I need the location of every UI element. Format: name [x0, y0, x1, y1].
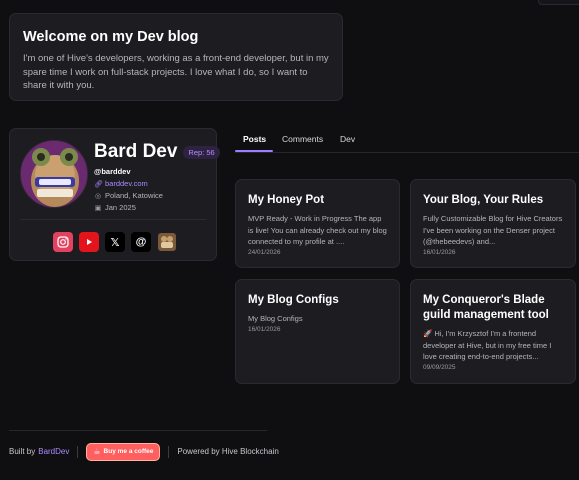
post-date: 16/01/2026 — [248, 325, 281, 333]
instagram-icon[interactable] — [53, 232, 73, 252]
footer-separator — [77, 445, 79, 458]
avatar[interactable] — [20, 140, 88, 208]
x-icon[interactable]: 𝕏 — [105, 232, 125, 252]
tab-dev[interactable]: Dev — [340, 134, 355, 144]
threads-icon[interactable]: @ — [131, 232, 151, 252]
hive-profile-icon[interactable] — [157, 232, 177, 252]
footer-separator — [168, 445, 170, 458]
joined-row: ▣ Jan 2025 — [94, 203, 214, 212]
profile-name: Bard Dev — [94, 141, 178, 162]
coffee-label: Buy me a coffee — [103, 448, 154, 455]
profile-divider — [20, 219, 206, 220]
post-title: My Blog Configs — [248, 294, 339, 306]
footer: Built by BardDev ☕︎ Buy me a coffee Powe… — [9, 442, 279, 461]
website-link[interactable]: 🔗︎ barddev.com — [94, 179, 214, 188]
post-card[interactable]: My Blog Configs My Blog Configs 16/01/20… — [235, 279, 400, 384]
post-title: My Honey Pot — [248, 194, 325, 206]
footer-divider — [9, 430, 267, 431]
tab-bar: Posts Comments Dev — [235, 127, 579, 153]
active-tab-indicator — [235, 150, 273, 152]
link-icon: 🔗︎ — [94, 180, 103, 188]
post-excerpt: My Blog Configs — [248, 314, 303, 323]
post-card[interactable]: Your Blog, Your Rules Fully Customizable… — [410, 179, 576, 268]
youtube-icon[interactable] — [79, 232, 99, 252]
website-text: barddev.com — [105, 179, 148, 188]
tab-comments[interactable]: Comments — [282, 134, 323, 144]
location-row: ◎ Poland, Katowice — [94, 191, 214, 200]
location-icon: ◎ — [94, 192, 102, 200]
joined-text: Jan 2025 — [105, 203, 136, 212]
welcome-title: Welcome on my Dev blog — [23, 29, 199, 45]
tab-posts[interactable]: Posts — [243, 134, 266, 144]
powered-by-text: Powered by Hive Blockchain — [177, 447, 279, 456]
post-date: 24/01/2026 — [248, 248, 281, 256]
post-title: My Conqueror's Blade guild management to… — [423, 294, 549, 321]
profile-card: Bard Dev Rep: 56 @barddev 🔗︎ barddev.com… — [9, 128, 220, 261]
coffee-cup-icon: ☕︎ — [93, 447, 101, 456]
post-excerpt: Fully Customizable Blog for Hive Creator… — [423, 214, 563, 246]
buy-me-a-coffee-button[interactable]: ☕︎ Buy me a coffee — [86, 442, 161, 461]
profile-handle: @barddev — [94, 167, 131, 176]
reputation-badge: Rep: 56 — [183, 145, 220, 159]
social-links: 𝕏 @ — [53, 232, 177, 252]
built-by-label: Built by — [9, 447, 36, 456]
brand-link[interactable]: BardDev — [38, 447, 69, 456]
welcome-text: I'm one of Hive's developers, working as… — [23, 53, 329, 91]
post-card[interactable]: My Honey Pot MVP Ready - Work in Progres… — [235, 179, 400, 268]
calendar-icon: ▣ — [94, 204, 102, 212]
location-text: Poland, Katowice — [105, 191, 163, 200]
welcome-card: Welcome on my Dev blog I'm one of Hive's… — [9, 13, 343, 101]
top-right-button[interactable] — [538, 0, 579, 5]
post-date: 09/09/2025 — [423, 363, 456, 371]
post-card[interactable]: My Conqueror's Blade guild management to… — [410, 279, 576, 384]
post-title: Your Blog, Your Rules — [423, 194, 544, 206]
post-excerpt: MVP Ready - Work in Progress The app is … — [248, 214, 387, 246]
post-excerpt: 🚀 Hi, I'm Krzysztof I'm a frontend devel… — [423, 329, 552, 361]
post-date: 16/01/2026 — [423, 248, 456, 256]
